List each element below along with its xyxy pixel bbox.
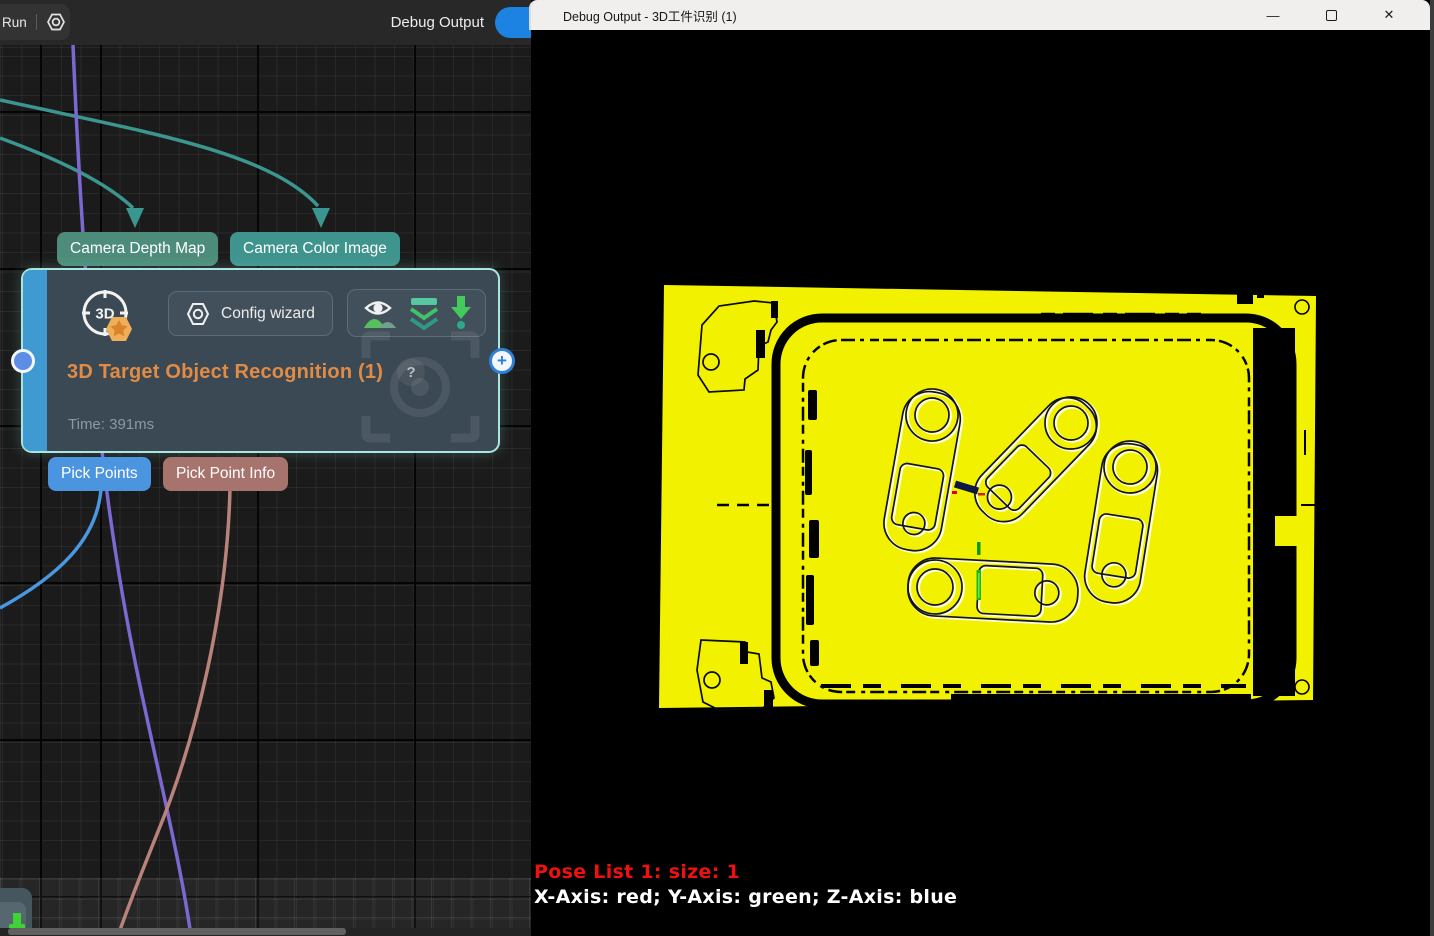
toolbar-divider [36, 14, 37, 30]
config-hexagon-icon [186, 302, 210, 326]
segmentation-mask-render [531, 30, 1430, 936]
point-cloud-viewport[interactable]: Pose List 1: size: 1 X-Axis: red; Y-Axis… [531, 30, 1430, 936]
node-title: 3D Target Object Recognition (1) [67, 361, 383, 384]
run-button-group[interactable]: Run [0, 4, 70, 40]
viewport-status-text: Pose List 1: size: 1 X-Axis: red; Y-Axis… [534, 860, 957, 910]
horizontal-scrollbar-thumb[interactable] [8, 928, 346, 935]
run-button[interactable]: Run [2, 15, 27, 30]
maximize-button[interactable] [1302, 0, 1360, 30]
output-tag-pick-points[interactable]: Pick Points [48, 457, 151, 491]
collapse-chevrons-icon [408, 295, 440, 331]
pose-list-text: Pose List 1: size: 1 [534, 860, 957, 885]
node-graph-panel[interactable]: Camera Depth Map Camera Color Image 3D [0, 0, 531, 936]
3d-step-icon: 3D [75, 287, 143, 349]
preview-eye-icon [361, 295, 399, 331]
debug-output-window: Debug Output - 3D工件识别 (1) — ✕ [531, 0, 1434, 936]
screen: Camera Depth Map Camera Color Image 3D [0, 0, 1434, 936]
node-input-port[interactable] [11, 349, 35, 373]
close-button[interactable]: ✕ [1360, 0, 1418, 30]
config-wizard-button[interactable]: Config wizard [168, 291, 333, 336]
watermark-eye-icon [358, 328, 483, 446]
input-tag-camera-color-image[interactable]: Camera Color Image [230, 232, 400, 266]
debug-output-label: Debug Output [391, 14, 484, 31]
output-tag-pick-point-info[interactable]: Pick Point Info [163, 457, 288, 491]
graph-toolbar: Run Debug Output [0, 0, 531, 45]
node-add-output-port[interactable]: + [489, 348, 515, 374]
debug-window-title: Debug Output - 3D工件识别 (1) [563, 6, 737, 25]
debug-output-toggle[interactable] [495, 7, 531, 38]
node-3d-target-object-recognition[interactable]: 3D Config wizard [21, 268, 500, 453]
minimize-button[interactable]: — [1244, 0, 1302, 30]
debug-window-titlebar[interactable]: Debug Output - 3D工件识别 (1) — ✕ [531, 0, 1430, 30]
maximize-icon [1326, 10, 1337, 21]
input-tag-camera-depth-map[interactable]: Camera Depth Map [57, 232, 218, 266]
axis-legend-text: X-Axis: red; Y-Axis: green; Z-Axis: blue [534, 885, 957, 910]
node-exec-time: Time: 391ms [68, 416, 154, 433]
download-arrow-icon [449, 294, 473, 332]
config-wizard-label: Config wizard [221, 305, 315, 323]
run-settings-gear-icon[interactable] [46, 12, 66, 32]
